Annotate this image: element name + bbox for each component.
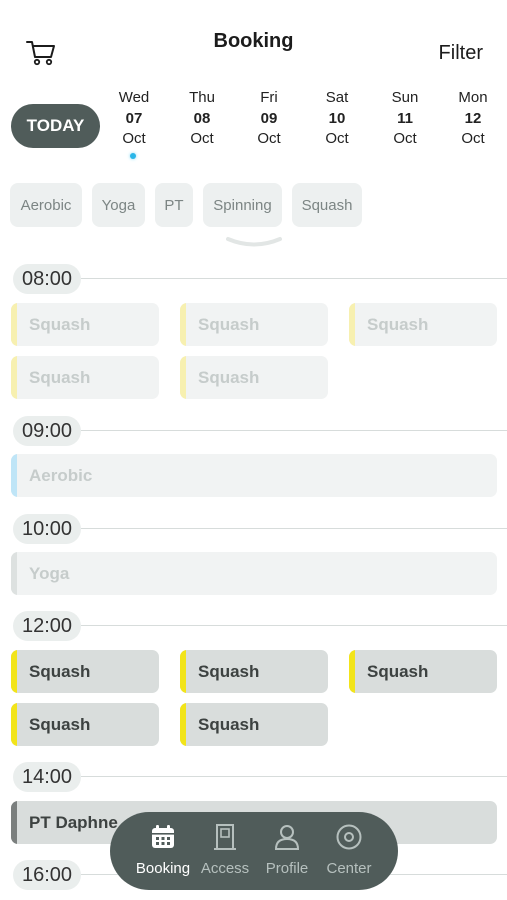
day-month: Oct [461, 130, 485, 147]
class-slot-yoga[interactable]: Yoga [11, 552, 497, 595]
day-number: 11 [397, 109, 413, 127]
time-divider [81, 776, 507, 777]
day-number: 09 [260, 109, 278, 127]
time-label: 16:00 [13, 860, 81, 890]
filter-button[interactable]: Filter [439, 42, 483, 65]
day-sat[interactable]: Sat 10 Oct [312, 88, 362, 150]
day-number: 08 [193, 109, 211, 127]
day-weekday: Sat [325, 89, 349, 106]
time-divider [81, 625, 507, 626]
today-button[interactable]: TODAY [11, 104, 100, 148]
calendar-icon [152, 825, 174, 848]
nav-label: Booking [135, 860, 191, 877]
door-icon [214, 824, 236, 850]
day-month: Oct [190, 130, 214, 147]
time-row-1000: 10:00 [0, 514, 507, 544]
chip-squash[interactable]: Squash [292, 183, 362, 227]
day-weekday: Mon [458, 89, 488, 106]
location-icon [336, 824, 362, 850]
day-number: 12 [464, 109, 482, 127]
chip-pt[interactable]: PT [155, 183, 193, 227]
page-title: Booking [213, 30, 294, 52]
class-slot-squash[interactable]: Squash [11, 703, 159, 746]
day-month: Oct [122, 130, 146, 147]
class-slot-squash[interactable]: Squash [349, 303, 497, 346]
time-label: 08:00 [13, 264, 81, 294]
day-weekday: Fri [260, 89, 278, 106]
nav-booking[interactable]: Booking [130, 812, 196, 890]
nav-label: Center [326, 860, 372, 877]
day-month: Oct [257, 130, 281, 147]
time-divider [81, 430, 507, 431]
chip-spinning[interactable]: Spinning [203, 183, 282, 227]
time-label: 10:00 [13, 514, 81, 544]
day-fri[interactable]: Fri 09 Oct [244, 88, 294, 150]
time-row-1200: 12:00 [0, 611, 507, 641]
nav-access[interactable]: Access [192, 812, 258, 890]
day-thu[interactable]: Thu 08 Oct [177, 88, 227, 150]
day-sun[interactable]: Sun 11 Oct [380, 88, 430, 150]
day-weekday: Sun [391, 89, 419, 106]
header: Booking Filter [0, 0, 507, 80]
day-mon[interactable]: Mon 12 Oct [448, 88, 498, 150]
nav-profile[interactable]: Profile [254, 812, 320, 890]
day-number: 07 [125, 109, 143, 127]
class-slot-aerobic[interactable]: Aerobic [11, 454, 497, 497]
nav-label: Access [200, 860, 250, 877]
day-weekday: Thu [189, 89, 215, 106]
chevron-down-icon[interactable] [226, 236, 282, 252]
class-slot-squash[interactable]: Squash [11, 650, 159, 693]
time-row-1400: 14:00 [0, 762, 507, 792]
nav-center[interactable]: Center [316, 812, 382, 890]
time-row-0800: 08:00 [0, 264, 507, 294]
bottom-nav: Booking Access Profile Center [110, 812, 398, 890]
day-wed[interactable]: Wed 07 Oct [109, 88, 159, 150]
time-label: 14:00 [13, 762, 81, 792]
class-slot-squash[interactable]: Squash [349, 650, 497, 693]
class-slot-squash[interactable]: Squash [11, 356, 159, 399]
class-slot-squash[interactable]: Squash [180, 650, 328, 693]
nav-label: Profile [265, 860, 309, 877]
day-month: Oct [325, 130, 349, 147]
day-month: Oct [393, 130, 417, 147]
chip-aerobic[interactable]: Aerobic [10, 183, 82, 227]
time-label: 09:00 [13, 416, 81, 446]
time-row-0900: 09:00 [0, 416, 507, 446]
class-slot-squash[interactable]: Squash [180, 303, 328, 346]
time-label: 12:00 [13, 611, 81, 641]
class-slot-squash[interactable]: Squash [180, 703, 328, 746]
chip-yoga[interactable]: Yoga [92, 183, 145, 227]
class-slot-squash[interactable]: Squash [11, 303, 159, 346]
user-icon [274, 825, 300, 850]
time-divider [81, 278, 507, 279]
time-divider [81, 528, 507, 529]
day-number: 10 [328, 109, 346, 127]
selected-day-indicator [130, 153, 136, 159]
day-weekday: Wed [118, 89, 150, 106]
class-slot-squash[interactable]: Squash [180, 356, 328, 399]
